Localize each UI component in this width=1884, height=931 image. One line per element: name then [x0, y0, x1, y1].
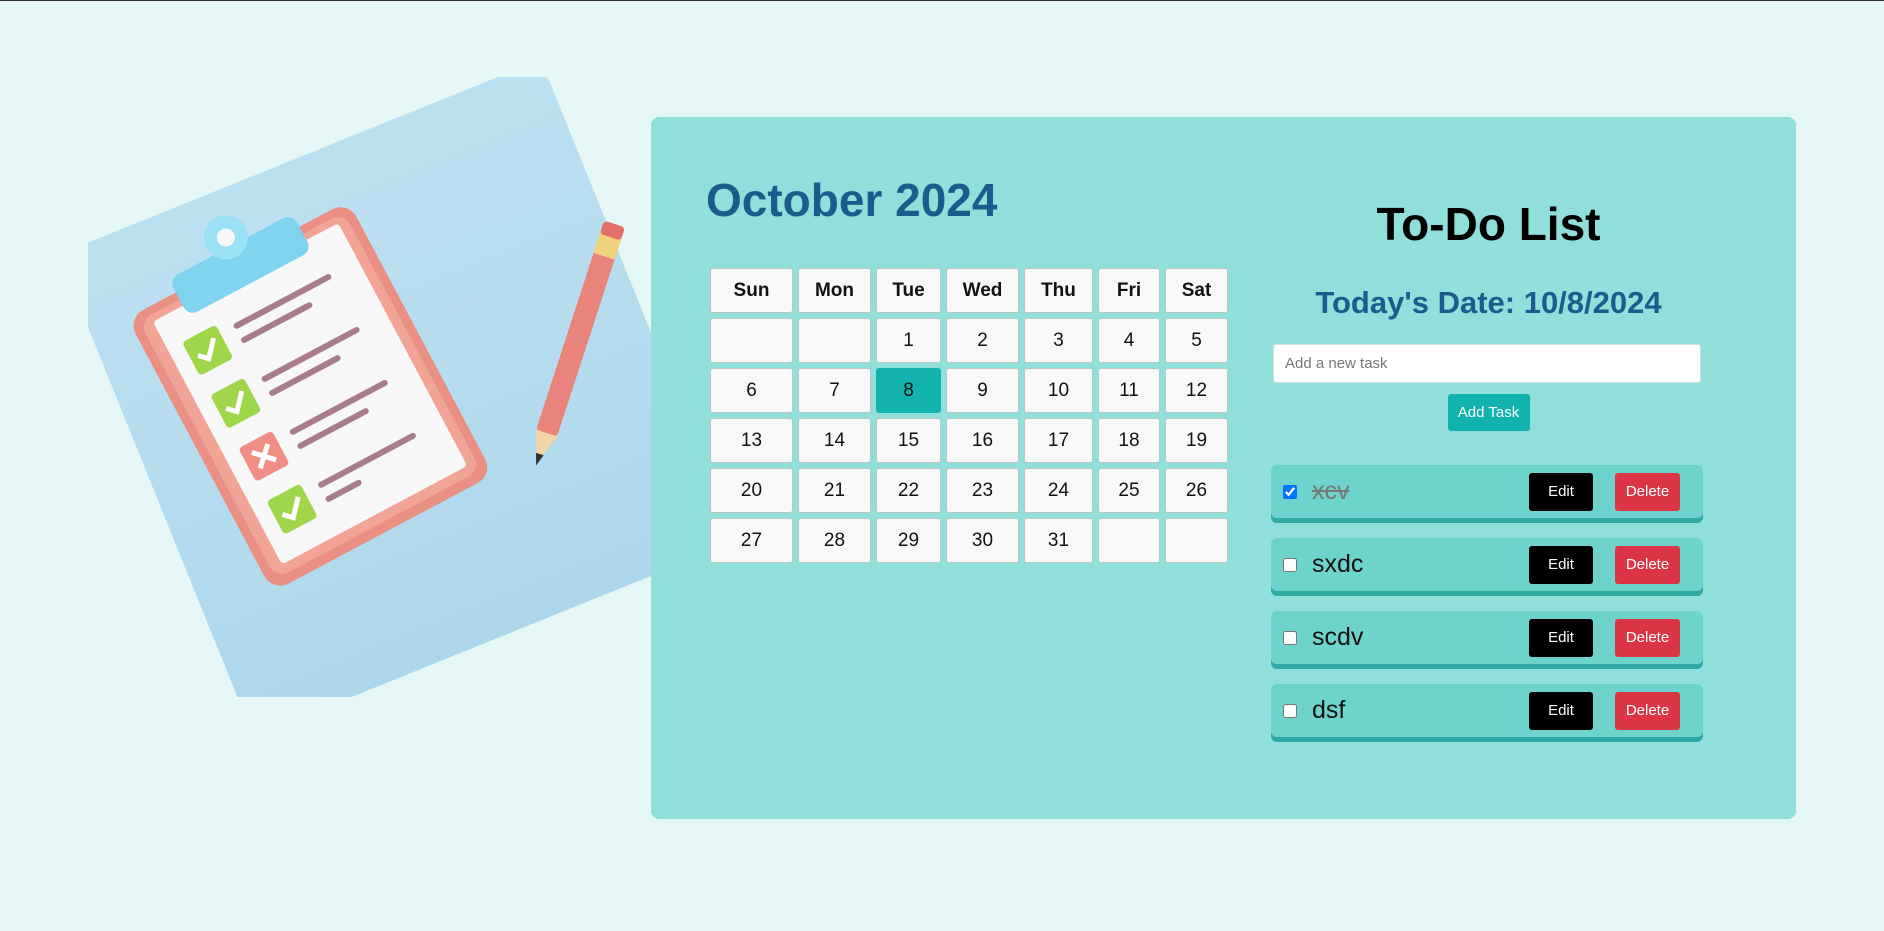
- weekday-header-row: Sun Mon Tue Wed Thu Fri Sat: [710, 268, 1228, 313]
- calendar-day[interactable]: 9: [946, 368, 1019, 413]
- calendar-title: October 2024: [706, 174, 998, 226]
- calendar-week: 12345: [710, 318, 1228, 363]
- calendar-day[interactable]: 29: [876, 518, 941, 563]
- calendar-day[interactable]: 17: [1024, 418, 1093, 463]
- calendar-day[interactable]: 31: [1024, 518, 1093, 563]
- calendar-day[interactable]: 11: [1098, 368, 1160, 413]
- todo-title: To-Do List: [1376, 198, 1601, 250]
- calendar-day[interactable]: 1: [876, 318, 941, 363]
- todo-section: To-Do List Today's Date: 10/8/2024 Add T…: [1271, 117, 1706, 757]
- calendar-week: 13 14 15 16 17 18 19: [710, 418, 1228, 463]
- weekday-thu: Thu: [1024, 268, 1093, 313]
- calendar-empty-cell: [1165, 518, 1228, 563]
- calendar-grid: Sun Mon Tue Wed Thu Fri Sat 1 2 3 4 5 6 7 8 9 10 11 12 13 1…: [705, 263, 1233, 568]
- calendar-day[interactable]: 5: [1165, 318, 1228, 363]
- task-item: scdv Edit Delete: [1271, 611, 1703, 664]
- calendar-day[interactable]: 20: [710, 468, 793, 513]
- calendar-day[interactable]: 25: [1098, 468, 1160, 513]
- calendar-day[interactable]: 2: [946, 318, 1019, 363]
- new-task-input[interactable]: [1273, 344, 1701, 383]
- task-text: dsf: [1312, 696, 1346, 724]
- calendar-day[interactable]: 26: [1165, 468, 1228, 513]
- calendar-day[interactable]: 22: [876, 468, 941, 513]
- task-item: xcv Edit Delete: [1271, 465, 1703, 518]
- calendar-day[interactable]: 30: [946, 518, 1019, 563]
- main-panel: October 2024 Sun Mon Tue Wed Thu Fri Sat 12345…: [651, 117, 1796, 819]
- calendar-day[interactable]: 8: [876, 368, 941, 413]
- weekday-sat: Sat: [1165, 268, 1228, 313]
- task-checkbox[interactable]: [1283, 703, 1297, 718]
- calendar-day[interactable]: 18: [1098, 418, 1160, 463]
- calendar-day[interactable]: 6: [710, 368, 793, 413]
- add-task-button[interactable]: Add Task: [1447, 394, 1530, 431]
- task-list: xcv Edit Delete sxdc Edit Delete scdv Edit Delet…: [1271, 465, 1706, 737]
- calendar-week: 6 7 8 9 10 11 12: [710, 368, 1228, 413]
- edit-task-button[interactable]: Edit: [1529, 691, 1593, 730]
- calendar-day[interactable]: 12: [1165, 368, 1228, 413]
- weekday-fri: Fri: [1098, 268, 1160, 313]
- task-item: sxdc Edit Delete: [1271, 538, 1703, 591]
- calendar-day[interactable]: 24: [1024, 468, 1093, 513]
- task-checkbox[interactable]: [1283, 630, 1297, 645]
- calendar-day[interactable]: 14: [798, 418, 871, 463]
- task-checkbox[interactable]: [1283, 557, 1297, 572]
- calendar-day[interactable]: 19: [1165, 418, 1228, 463]
- edit-task-button[interactable]: Edit: [1529, 545, 1593, 584]
- weekday-tue: Tue: [876, 268, 941, 313]
- weekday-wed: Wed: [946, 268, 1019, 313]
- calendar-body: 1 2 3 4 5 6 7 8 9 10 11 12 13 14 15 16 17 18 19 20 21 22 23 24 2…: [710, 318, 1228, 563]
- calendar-empty-cell: [710, 318, 793, 363]
- calendar-day[interactable]: 4: [1098, 318, 1160, 363]
- delete-task-button[interactable]: Delete: [1615, 691, 1680, 730]
- weekday-mon: Mon: [798, 268, 871, 313]
- calendar-day[interactable]: 10: [1024, 368, 1093, 413]
- task-text: sxdc: [1312, 550, 1364, 578]
- edit-task-button[interactable]: Edit: [1529, 472, 1593, 511]
- edit-task-button[interactable]: Edit: [1529, 618, 1593, 657]
- clipboard-illustration: [88, 77, 708, 697]
- task-text: xcv: [1312, 477, 1350, 505]
- todays-date: Today's Date: 10/8/2024: [1315, 285, 1662, 320]
- calendar-empty-cell: [1098, 518, 1160, 563]
- calendar: October 2024 Sun Mon Tue Wed Thu Fri Sat 12345…: [706, 177, 1233, 568]
- calendar-day[interactable]: 16: [946, 418, 1019, 463]
- calendar-empty-cell: [798, 318, 871, 363]
- weekday-sun: Sun: [710, 268, 793, 313]
- calendar-day[interactable]: 27: [710, 518, 793, 563]
- calendar-day[interactable]: 7: [798, 368, 871, 413]
- calendar-week: 20 21 22 23 24 25 26: [710, 468, 1228, 513]
- task-text: scdv: [1312, 623, 1364, 651]
- calendar-day[interactable]: 21: [798, 468, 871, 513]
- calendar-day[interactable]: 13: [710, 418, 793, 463]
- delete-task-button[interactable]: Delete: [1615, 545, 1680, 584]
- calendar-day[interactable]: 3: [1024, 318, 1093, 363]
- calendar-week: 27 28 29 30 31: [710, 518, 1228, 563]
- calendar-day[interactable]: 15: [876, 418, 941, 463]
- calendar-day[interactable]: 23: [946, 468, 1019, 513]
- task-item: dsf Edit Delete: [1271, 684, 1703, 737]
- delete-task-button[interactable]: Delete: [1615, 618, 1680, 657]
- task-checkbox[interactable]: [1283, 484, 1297, 499]
- calendar-day[interactable]: 28: [798, 518, 871, 563]
- delete-task-button[interactable]: Delete: [1615, 472, 1680, 511]
